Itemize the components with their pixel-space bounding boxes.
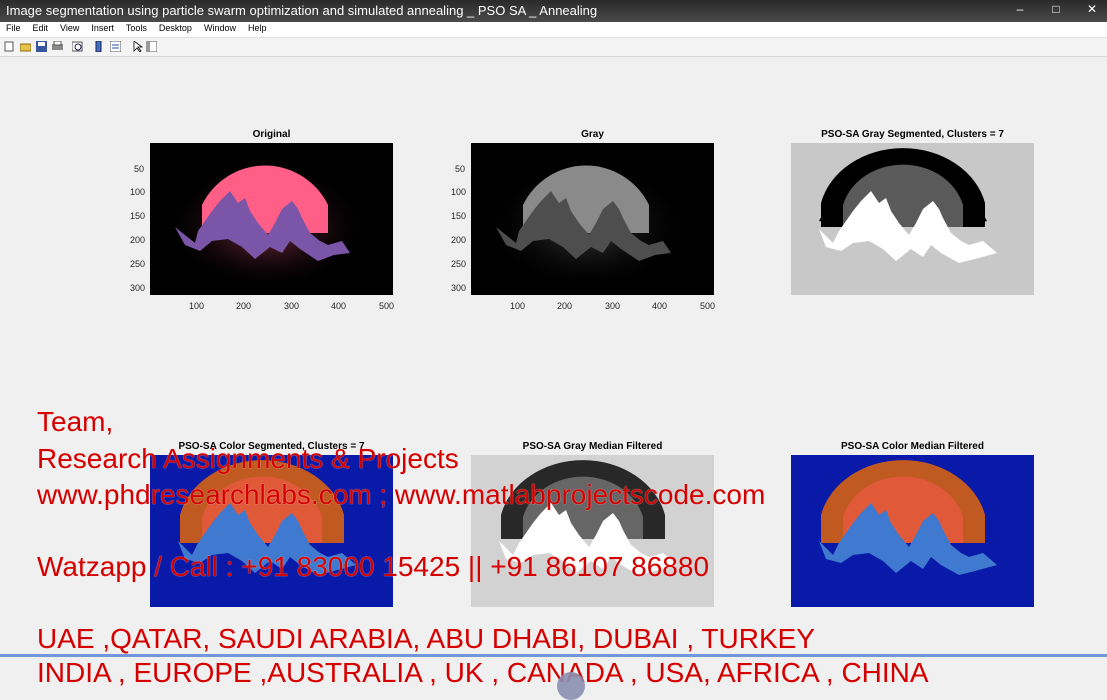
x-tick: 100 xyxy=(189,301,205,311)
colorbar-icon[interactable] xyxy=(94,41,105,52)
y-tick: 250 xyxy=(451,259,467,269)
x-tick: 200 xyxy=(236,301,252,311)
overlay-countries-2: INDIA , EUROPE ,AUSTRALIA , UK , CANADA … xyxy=(37,657,929,688)
menu-desktop[interactable]: Desktop xyxy=(153,22,198,34)
minimize-button[interactable]: – xyxy=(1013,2,1027,16)
video-progress-bar[interactable] xyxy=(0,654,1107,657)
x-tick: 400 xyxy=(652,301,668,311)
menu-edit[interactable]: Edit xyxy=(27,22,55,34)
y-tick: 200 xyxy=(130,235,146,245)
menu-window[interactable]: Window xyxy=(198,22,242,34)
new-figure-icon[interactable] xyxy=(4,41,15,52)
axes-title-original: Original xyxy=(252,129,291,140)
property-editor-icon[interactable] xyxy=(146,41,157,52)
menu-help[interactable]: Help xyxy=(242,22,273,34)
overlay-team: Team, xyxy=(37,406,114,437)
y-tick: 100 xyxy=(130,187,146,197)
window-titlebar: Image segmentation using particle swarm … xyxy=(0,0,1107,22)
close-button[interactable]: ✕ xyxy=(1085,2,1099,16)
open-file-icon[interactable] xyxy=(20,41,31,52)
y-tick: 150 xyxy=(451,211,467,221)
axes-title-gray-segmented: PSO-SA Gray Segmented, Clusters = 7 xyxy=(821,129,1004,140)
print-preview-icon[interactable] xyxy=(72,41,83,52)
y-tick: 50 xyxy=(134,164,145,174)
menu-tools[interactable]: Tools xyxy=(120,22,153,34)
y-tick: 300 xyxy=(451,283,467,293)
axes-title-color-median: PSO-SA Color Median Filtered xyxy=(841,441,984,452)
overlay-websites: www.phdresearchlabs.com ; www.matlabproj… xyxy=(37,479,766,510)
original-image[interactable] xyxy=(150,143,393,295)
y-tick: 250 xyxy=(130,259,146,269)
save-icon[interactable] xyxy=(36,41,47,52)
menu-view[interactable]: View xyxy=(54,22,85,34)
y-tick: 200 xyxy=(451,235,467,245)
overlay-countries-1: UAE ,QATAR, SAUDI ARABIA, ABU DHABI, DUB… xyxy=(37,623,815,654)
menu-insert[interactable]: Insert xyxy=(85,22,120,34)
window-title: Image segmentation using particle swarm … xyxy=(6,3,598,18)
gray-median-image[interactable] xyxy=(471,455,714,607)
axes-title-gray: Gray xyxy=(581,129,604,140)
x-tick: 200 xyxy=(557,301,573,311)
legend-icon[interactable] xyxy=(110,41,121,52)
x-tick: 100 xyxy=(510,301,526,311)
x-tick: 300 xyxy=(605,301,621,311)
axes-title-gray-median: PSO-SA Gray Median Filtered xyxy=(522,441,663,452)
y-tick: 150 xyxy=(130,211,146,221)
y-tick: 50 xyxy=(455,164,466,174)
pointer-icon[interactable] xyxy=(132,41,143,52)
y-tick: 300 xyxy=(130,283,146,293)
figure-toolbar xyxy=(0,38,1107,57)
maximize-button[interactable]: □ xyxy=(1049,2,1063,16)
x-tick: 500 xyxy=(700,301,716,311)
x-tick: 500 xyxy=(379,301,395,311)
overlay-research: Research Assignments & Projects xyxy=(37,443,459,474)
x-tick: 300 xyxy=(284,301,300,311)
color-median-image[interactable] xyxy=(791,455,1034,607)
pause-icon[interactable] xyxy=(557,672,585,700)
gray-segmented-image[interactable] xyxy=(791,143,1034,295)
menu-bar: File Edit View Insert Tools Desktop Window Help xyxy=(0,22,1107,38)
overlay-contact: Watzapp / Call : +91 83000 15425 || +91 … xyxy=(37,551,710,582)
gray-image[interactable] xyxy=(471,143,714,295)
menu-file[interactable]: File xyxy=(0,22,27,34)
y-tick: 100 xyxy=(451,187,467,197)
color-segmented-image[interactable] xyxy=(150,455,393,607)
print-icon[interactable] xyxy=(52,41,63,52)
figure-canvas: Original 50 100 150 200 250 300 100 200 … xyxy=(0,57,1107,688)
x-tick: 400 xyxy=(331,301,347,311)
